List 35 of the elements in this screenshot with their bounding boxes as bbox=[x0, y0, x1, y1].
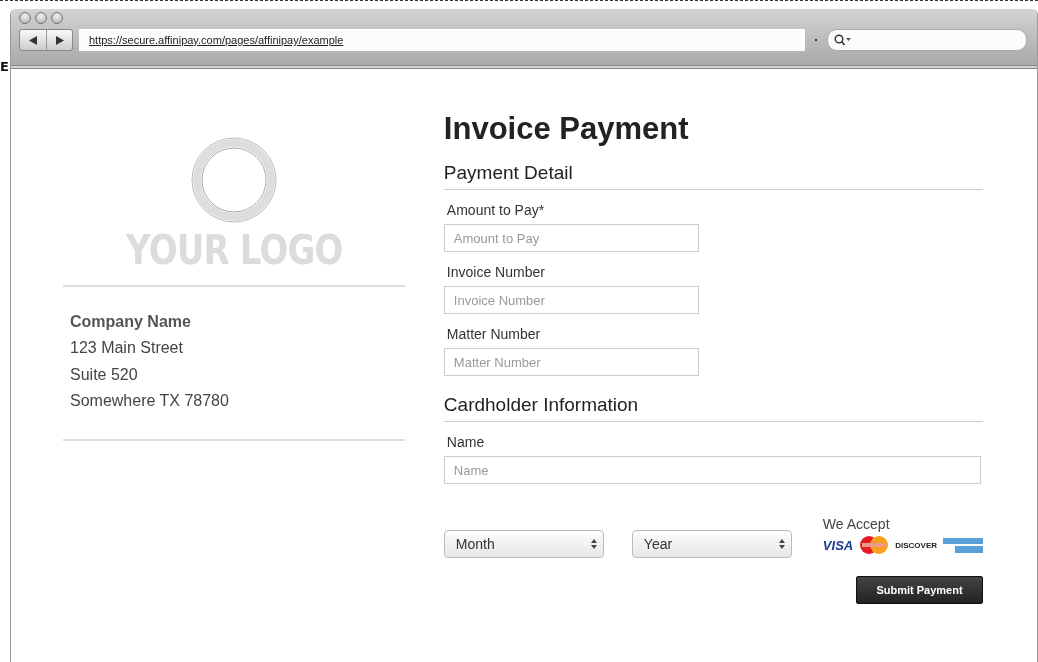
stepper-arrows-icon bbox=[590, 539, 597, 549]
window-control-button[interactable] bbox=[19, 12, 31, 24]
company-name: Company Name bbox=[70, 312, 192, 332]
stepper-arrows-icon bbox=[778, 539, 785, 549]
address-line: Suite 520 bbox=[70, 364, 139, 385]
visa-logo: VISA bbox=[822, 537, 854, 553]
input-field[interactable]: Invoice Number bbox=[443, 286, 699, 314]
discover-logo: DISCOVER bbox=[895, 540, 937, 550]
search-field[interactable] bbox=[827, 29, 1027, 51]
section-heading: Cardholder Information bbox=[443, 394, 983, 422]
field-label: Matter Number bbox=[445, 326, 542, 342]
dropdown[interactable]: Year bbox=[631, 530, 792, 558]
field-label: Amount to Pay* bbox=[445, 202, 546, 218]
mastercard-logo bbox=[859, 536, 890, 554]
logo-ring-icon bbox=[188, 135, 279, 225]
forward-arrow-icon bbox=[55, 35, 64, 45]
window-control-button[interactable] bbox=[51, 12, 63, 24]
page-title: Invoice Payment bbox=[443, 111, 690, 147]
section-heading: Payment Detail bbox=[443, 162, 983, 190]
background-letter: E bbox=[0, 59, 9, 74]
amex-logo bbox=[943, 537, 983, 553]
window-control-button[interactable] bbox=[35, 12, 47, 24]
accept-label: We Accept bbox=[822, 516, 891, 532]
search-icon bbox=[834, 34, 852, 46]
back-arrow-icon bbox=[29, 35, 37, 45]
input-field[interactable]: Matter Number bbox=[443, 348, 699, 376]
field-label: Name bbox=[445, 434, 486, 450]
submit-button[interactable]: Submit Payment bbox=[856, 576, 983, 604]
input-field[interactable]: Name bbox=[443, 456, 981, 484]
input-field[interactable]: Amount to Pay bbox=[443, 224, 699, 252]
address-bar[interactable]: https://secure.affinipay.com/pages/affinipay/example bbox=[79, 29, 805, 51]
field-label: Invoice Number bbox=[445, 264, 546, 280]
dropdown[interactable]: Month bbox=[443, 530, 604, 558]
address-line: 123 Main Street bbox=[70, 338, 184, 358]
address-line: Somewhere TX 78780 bbox=[70, 391, 230, 411]
